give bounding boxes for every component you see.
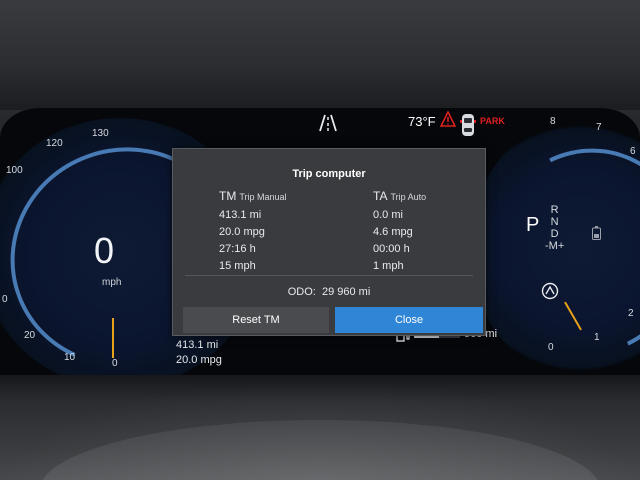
odometer-label: ODO: [287,286,316,298]
power-gauge-icon [541,282,559,300]
speed-tick-0-edge: 0 [2,294,8,305]
dialog-separator [185,275,473,276]
reset-tm-button[interactable]: Reset TM [183,307,329,333]
gear-options: R N D -M+ [545,204,564,252]
surface-reflection [0,380,640,480]
gear-option-n: N [550,216,559,228]
trip-manual-consumption: 20.0 mpg [219,226,265,238]
speed-tick-10: 10 [64,352,76,363]
trip-auto-column: TA Trip Auto 0.0 mi 4.6 mpg 00:00 h 1 mph [373,189,426,275]
speed-tick-120: 120 [46,138,63,149]
odometer-readout: ODO: 29 960 mi [173,286,485,298]
dashboard-photo: 130 120 100 0 20 10 0 0 mph 8 7 6 2 1 0 … [0,0,640,480]
trip-auto-time: 00:00 h [373,243,410,255]
speed-tick-100: 100 [6,165,23,176]
outside-temperature: 73°F [408,114,436,129]
dashboard-housing-top [0,0,640,110]
speed-tick-130: 130 [92,128,109,139]
speedometer-needle [112,318,114,358]
close-button[interactable]: Close [335,307,483,333]
tach-tick-1: 1 [594,332,600,343]
trip-auto-header: TA Trip Auto [373,189,426,203]
trip-auto-distance: 0.0 mi [373,209,403,221]
lane-road-icon [318,114,338,132]
battery-icon [592,226,601,240]
speed-tick-20: 20 [24,330,36,341]
trip-manual-distance: 413.1 mi [219,209,262,221]
trip-manual-abbr: TM [219,189,237,203]
park-indicator: PARK [480,116,505,126]
trip-manual-label: Trip Manual [239,192,287,202]
gear-option-m: -M+ [545,240,565,252]
trip-manual-column: TM Trip Manual 413.1 mi 20.0 mpg 27:16 h … [219,189,287,275]
trip-distance-readout: 413.1 mi [176,339,219,351]
trip-manual-time: 27:16 h [219,243,256,255]
trip-manual-header: TM Trip Manual [219,189,287,203]
car-top-view-icon [460,112,476,138]
tach-tick-7: 7 [596,122,602,133]
tach-tick-6: 6 [630,146,636,157]
tach-tick-2: 2 [628,308,634,319]
current-gear: P [526,214,540,236]
dialog-title: Trip computer [292,168,366,180]
odometer-value: 29 960 mi [321,286,371,298]
gear-option-d: D [550,228,559,240]
trip-auto-avg-speed: 1 mph [373,260,404,272]
warning-triangle-icon [439,110,457,127]
trip-computer-dialog: Trip computer TM Trip Manual 413.1 mi 20.… [172,148,486,336]
trip-auto-label: Trip Auto [390,192,427,202]
gear-option-r: R [550,204,559,216]
trip-consumption-readout: 20.0 mpg [176,354,222,366]
trip-manual-avg-speed: 15 mph [219,260,256,272]
speed-value: 0 [94,230,115,271]
tach-tick-8: 8 [550,116,556,127]
tach-tick-0: 0 [548,342,554,353]
trip-auto-abbr: TA [373,189,388,203]
speed-tick-0: 0 [112,358,118,369]
trip-auto-consumption: 4.6 mpg [373,226,413,238]
speed-unit: mph [102,277,122,288]
